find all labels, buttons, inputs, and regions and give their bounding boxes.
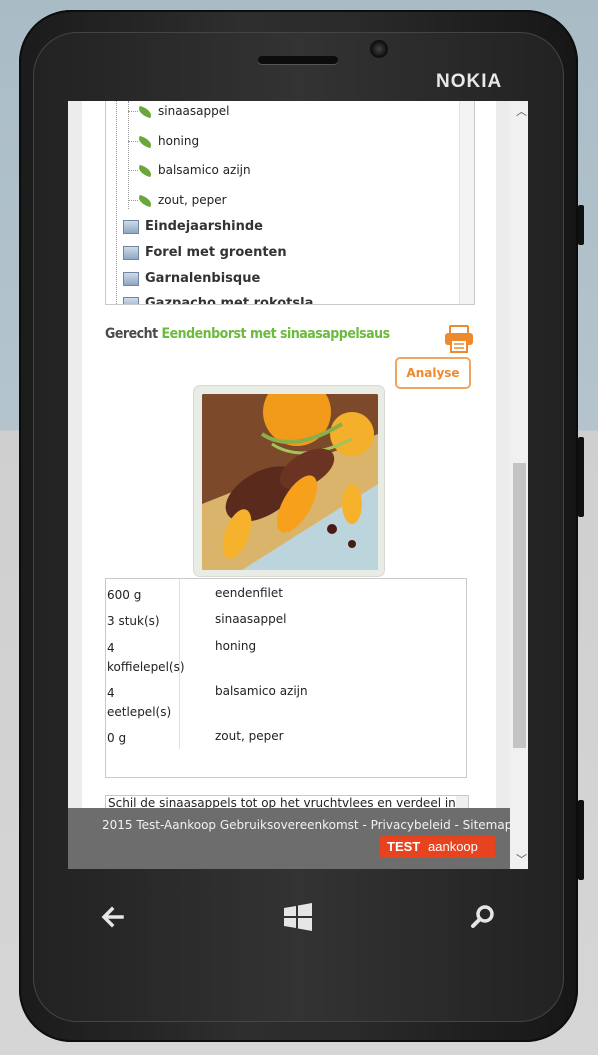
phone-nav-bar bbox=[68, 875, 528, 955]
tree-scrollbar[interactable] bbox=[459, 101, 474, 304]
tree-guide bbox=[128, 101, 129, 209]
ingredient-quantity: 3 stuk(s) bbox=[107, 614, 160, 628]
dish-illustration bbox=[202, 394, 378, 570]
logo-text-test: TEST bbox=[387, 839, 421, 854]
recipe-photo bbox=[202, 394, 378, 570]
ingredient-quantity: 600 g bbox=[107, 588, 142, 602]
ingredient-quantity: 4 koffielepel(s) bbox=[107, 641, 185, 674]
site-footer: 2015 Test-Aankoop Gebruiksovereenkomst -… bbox=[68, 808, 512, 869]
leaf-icon bbox=[137, 105, 153, 118]
recipe-folder-icon bbox=[123, 245, 139, 260]
ingredient-name: balsamico azijn bbox=[215, 684, 308, 698]
search-icon[interactable] bbox=[463, 897, 503, 937]
tree-item-ingredient[interactable]: balsamico azijn bbox=[137, 163, 251, 177]
printer-icon[interactable] bbox=[444, 325, 474, 353]
recipe-photo-frame bbox=[194, 386, 384, 576]
camera-button bbox=[578, 800, 584, 880]
recipe-tree[interactable]: sinaasappel honing balsamico azijn zout,… bbox=[105, 101, 475, 305]
recipe-name: Eendenborst met sinaasappelsaus bbox=[161, 326, 391, 342]
leaf-icon bbox=[137, 135, 153, 148]
tree-guide bbox=[128, 200, 138, 201]
test-aankoop-logo[interactable]: TEST aankoop bbox=[380, 836, 495, 858]
tree-guide bbox=[116, 101, 117, 304]
recipe-title-prefix: Gerecht bbox=[105, 326, 158, 342]
footer-links[interactable]: 2015 Test-Aankoop Gebruiksovereenkomst -… bbox=[102, 818, 512, 832]
screen: sinaasappel honing balsamico azijn zout,… bbox=[68, 101, 528, 869]
ingredients-table: 600 g eendenfilet 3 stuk(s) sinaasappel … bbox=[105, 578, 467, 778]
tree-item-ingredient[interactable]: sinaasappel bbox=[137, 104, 229, 118]
logo-text-aankoop: aankoop bbox=[428, 839, 478, 854]
windows-start-icon[interactable] bbox=[278, 897, 318, 937]
tree-guide bbox=[128, 170, 138, 171]
recipe-title: Gerecht Eendenborst met sinaasappelsaus bbox=[105, 325, 405, 343]
tree-item-recipe[interactable]: Garnalenbisque bbox=[123, 271, 260, 286]
leaf-icon bbox=[137, 194, 153, 207]
page-gutter-left bbox=[68, 101, 82, 809]
ingredient-name: honing bbox=[215, 639, 257, 653]
recipe-folder-icon bbox=[123, 296, 139, 304]
tree-guide bbox=[128, 141, 138, 142]
recipe-folder-icon bbox=[123, 271, 139, 286]
tree-item-ingredient[interactable]: honing bbox=[137, 134, 199, 148]
chevron-down-icon[interactable]: ﹀ bbox=[516, 851, 527, 867]
speaker-grille bbox=[258, 56, 338, 64]
tree-item-recipe[interactable]: Forel met groenten bbox=[123, 245, 287, 260]
tree-item-recipe[interactable]: Gazpacho met rokotsla bbox=[123, 296, 313, 304]
ingredient-name: zout, peper bbox=[215, 729, 284, 743]
back-arrow-icon[interactable] bbox=[93, 897, 133, 937]
brand-logo: NOKIA bbox=[436, 71, 503, 92]
power-button bbox=[578, 437, 584, 517]
page-scrollbar-thumb[interactable] bbox=[513, 463, 526, 748]
volume-button bbox=[578, 205, 584, 245]
analyse-button[interactable]: Analyse bbox=[395, 357, 471, 389]
tree-guide bbox=[128, 111, 138, 112]
page-gutter-right bbox=[496, 101, 510, 809]
ingredient-name: eendenfilet bbox=[215, 586, 283, 600]
ingredient-quantity: 4 eetlepel(s) bbox=[107, 686, 172, 719]
tree-item-ingredient[interactable]: zout, peper bbox=[137, 193, 227, 207]
front-camera bbox=[370, 40, 388, 58]
ingredient-quantity: 0 g bbox=[107, 731, 127, 745]
recipe-folder-icon bbox=[123, 219, 139, 234]
chevron-up-icon[interactable]: ︿ bbox=[516, 103, 527, 119]
leaf-icon bbox=[137, 164, 153, 177]
tree-item-recipe[interactable]: Eindejaarshinde bbox=[123, 219, 263, 234]
ingredient-name: sinaasappel bbox=[215, 612, 287, 626]
